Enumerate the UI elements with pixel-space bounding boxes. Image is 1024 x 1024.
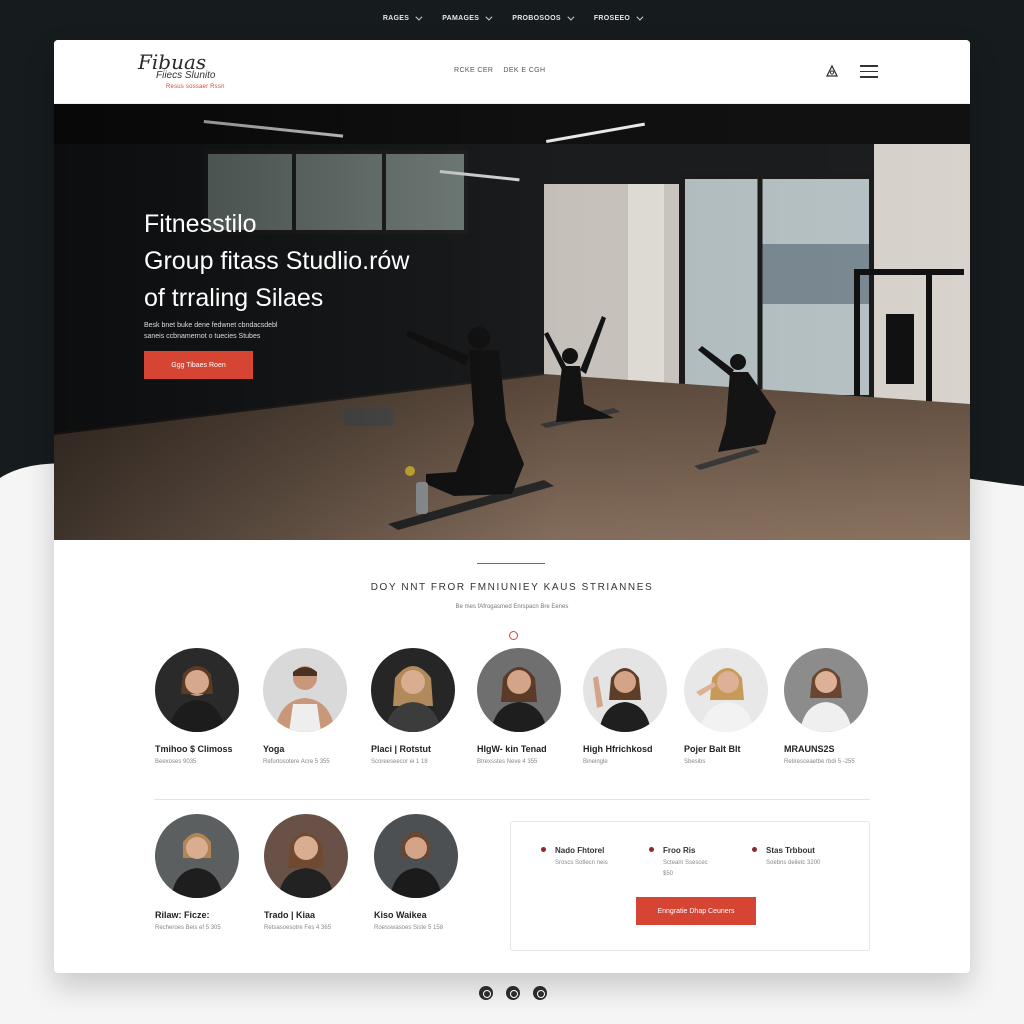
top-nav-item-4[interactable]: FROSEEO bbox=[593, 10, 644, 26]
info-line: Scteam Ssescec bbox=[663, 860, 708, 866]
trainer-meta: Btrexsstes Neve 4 355 bbox=[477, 759, 538, 765]
top-nav-label: RAGES bbox=[382, 14, 410, 22]
trainer-avatar bbox=[374, 814, 458, 898]
trainer-meta: Retiresceaetbe rbdi 5 -255 bbox=[784, 759, 855, 765]
trainer-avatar bbox=[264, 814, 348, 898]
info-column: Froo Ris Scteam Ssescec $50 bbox=[649, 846, 763, 877]
trainer-meta: Retsasoesotre Fes 4 365 bbox=[264, 925, 332, 931]
trainer-card[interactable]: High Hfrichkosd Bineingle bbox=[583, 648, 693, 765]
trainer-meta: Roesswasoes Siste 5 158 bbox=[374, 925, 444, 931]
hero-description-line-2: saneis ccbnamernot o tuecies Stubes bbox=[144, 333, 261, 340]
logo[interactable]: Fibuas Fiiecs Slunito Resus sossaer Rssn bbox=[138, 50, 258, 96]
trainer-name: Pojer Balt Blt bbox=[684, 744, 741, 754]
site-header: Fibuas Fiiecs Slunito Resus sossaer Rssn… bbox=[54, 40, 970, 104]
section-divider bbox=[154, 799, 870, 800]
trainers-section-subtitle: Be mes fAfrogasmed Enrspacn Bre Eenes bbox=[455, 604, 569, 610]
chevron-down-icon bbox=[485, 13, 493, 21]
trainer-meta: Bineingle bbox=[583, 759, 608, 765]
top-nav-item-1[interactable]: RAGES bbox=[382, 10, 423, 26]
trainer-name: Trado | Kiaa bbox=[264, 910, 316, 920]
trainers-section-title: DOY NNT FROR FMNIUNIEY KAUS STRIANNES bbox=[370, 582, 654, 593]
info-price: $50 bbox=[663, 871, 674, 877]
trainer-card[interactable]: Trado | Kiaa Retsasoesotre Fes 4 365 bbox=[264, 814, 374, 931]
header-links: RCKE CER DEK E CGH bbox=[454, 67, 545, 74]
trainer-card[interactable]: HIgW- kin Tenad Btrexsstes Neve 4 355 bbox=[477, 648, 587, 765]
trainer-meta: Beexoses 9035 bbox=[155, 759, 197, 765]
chevron-down-icon bbox=[415, 13, 423, 21]
trainer-card[interactable]: Yoga Refurtosotere Acre 5 355 bbox=[263, 648, 373, 765]
pin-icon bbox=[541, 847, 546, 852]
hero-description: Besk bnet buke dene fedwnet cbndacsdebl … bbox=[144, 320, 344, 342]
header-link-1[interactable]: RCKE CER bbox=[454, 67, 493, 74]
info-column: Stas Trbbout Soebns deiletc 3200 bbox=[752, 846, 866, 866]
chevron-down-icon bbox=[636, 13, 644, 21]
hero-cta-button[interactable]: Ggg Tibaes Roen bbox=[144, 351, 253, 379]
top-nav-label: PAMAGES bbox=[442, 14, 480, 22]
hero-title-line-3: of trraling Silaes bbox=[144, 284, 324, 312]
trainer-meta: Recheroes Beis ef 5 305 bbox=[155, 925, 221, 931]
social-icon[interactable] bbox=[479, 986, 493, 1000]
trainer-name: Kiso Waikea bbox=[374, 910, 427, 920]
class-info-panel: Nado Fhtorel Sroscs Sotlecn neis Froo Ri… bbox=[510, 821, 870, 951]
info-label: Froo Ris bbox=[663, 846, 696, 855]
trainer-name: High Hfrichkosd bbox=[583, 744, 653, 754]
hamburger-menu-icon[interactable] bbox=[860, 65, 878, 79]
trainer-avatar bbox=[371, 648, 455, 732]
trainer-avatar bbox=[784, 648, 868, 732]
trainer-avatar bbox=[263, 648, 347, 732]
trainer-avatar bbox=[583, 648, 667, 732]
trainer-meta: Sbesibs bbox=[684, 759, 706, 765]
section-marker-icon bbox=[509, 631, 518, 640]
trainer-name: Rilaw: Ficze: bbox=[155, 910, 210, 920]
trainer-avatar bbox=[477, 648, 561, 732]
pin-icon bbox=[752, 847, 757, 852]
top-nav-item-2[interactable]: PAMAGES bbox=[442, 10, 493, 26]
hero-title: Fitnesstilo Group fitass Studlio.rów of … bbox=[144, 206, 524, 317]
trainer-card[interactable]: Tmihoo $ Climoss Beexoses 9035 bbox=[155, 648, 265, 765]
info-line: Soebns deiletc 3200 bbox=[766, 860, 821, 866]
trainer-meta: Refurtosotere Acre 5 355 bbox=[263, 759, 330, 765]
enroll-button[interactable]: Enngratie Dhap Ceuners bbox=[636, 897, 756, 925]
trainer-card[interactable]: Kiso Waikea Roesswasoes Siste 5 158 bbox=[374, 814, 484, 931]
hero-banner: Fitnesstilo Group fitass Studlio.rów of … bbox=[54, 104, 970, 540]
info-column: Nado Fhtorel Sroscs Sotlecn neis bbox=[541, 846, 655, 866]
hero-title-line-1: Fitnesstilo bbox=[144, 210, 257, 238]
trainer-card[interactable]: Pojer Balt Blt Sbesibs bbox=[684, 648, 794, 765]
hero-description-line-1: Besk bnet buke dene fedwnet cbndacsdebl bbox=[144, 322, 278, 329]
hero-title-line-2: Group fitass Studlio.rów bbox=[144, 247, 410, 275]
top-nav-label: FROSEEO bbox=[593, 14, 631, 22]
trainer-avatar bbox=[684, 648, 768, 732]
top-nav: RAGES PAMAGES PROBOSOOS FROSEEO bbox=[0, 10, 1024, 26]
trainer-card[interactable]: Placi | Rotstut Scoreeseecor ei 1 18 bbox=[371, 648, 481, 765]
trainer-name: Yoga bbox=[263, 744, 285, 754]
trainer-avatar bbox=[155, 648, 239, 732]
trainer-name: HIgW- kin Tenad bbox=[477, 744, 547, 754]
site-card: Fibuas Fiiecs Slunito Resus sossaer Rssn… bbox=[54, 40, 970, 973]
trainer-card[interactable]: MRAUNS2S Retiresceaetbe rbdi 5 -255 bbox=[784, 648, 894, 765]
chevron-down-icon bbox=[567, 13, 575, 21]
trainer-meta: Scoreeseecor ei 1 18 bbox=[371, 759, 428, 765]
info-line: Sroscs Sotlecn neis bbox=[555, 860, 608, 866]
top-nav-item-3[interactable]: PROBOSOOS bbox=[512, 10, 575, 26]
user-icon[interactable] bbox=[824, 64, 840, 80]
logo-tagline: Resus sossaer Rssn bbox=[166, 84, 225, 90]
logo-subtitle: Fiiecs Slunito bbox=[156, 70, 216, 81]
top-nav-label: PROBOSOOS bbox=[512, 14, 561, 22]
header-link-2[interactable]: DEK E CGH bbox=[503, 67, 545, 74]
social-icon[interactable] bbox=[506, 986, 520, 1000]
trainer-name: Placi | Rotstut bbox=[371, 744, 432, 754]
trainer-name: Tmihoo $ Climoss bbox=[155, 744, 233, 754]
trainer-card[interactable]: Rilaw: Ficze: Recheroes Beis ef 5 305 bbox=[155, 814, 265, 931]
social-icon[interactable] bbox=[533, 986, 547, 1000]
trainer-name: MRAUNS2S bbox=[784, 744, 835, 754]
info-label: Stas Trbbout bbox=[766, 846, 815, 855]
trainer-avatar bbox=[155, 814, 239, 898]
section-divider-accent bbox=[477, 563, 545, 564]
info-label: Nado Fhtorel bbox=[555, 846, 605, 855]
pin-icon bbox=[649, 847, 654, 852]
